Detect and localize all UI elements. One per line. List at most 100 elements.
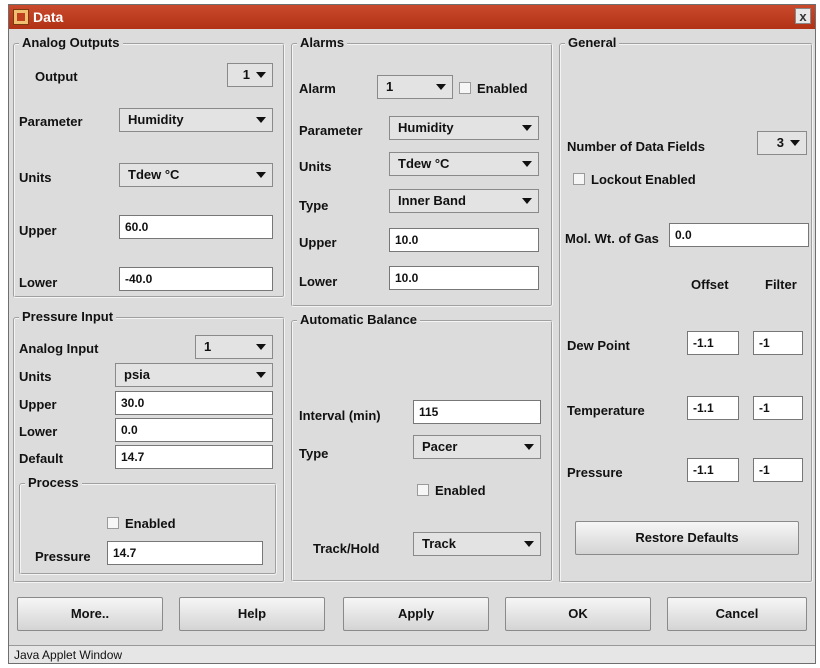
units-label: Units [19, 170, 52, 185]
interval-input[interactable]: 115 [413, 400, 541, 424]
pressure-units-select[interactable]: psia [115, 363, 273, 387]
general-legend: General [565, 35, 620, 50]
process-pressure-input[interactable]: 14.7 [107, 541, 263, 565]
lower-input[interactable]: -40.0 [119, 267, 273, 291]
pressure-default-input[interactable]: 14.7 [115, 445, 273, 469]
help-button[interactable]: Help [179, 597, 325, 631]
chevron-down-icon [790, 140, 800, 146]
pressure-filter-input[interactable]: -1 [753, 458, 803, 482]
alarm-type-select[interactable]: Inner Band [389, 189, 539, 213]
output-label: Output [35, 69, 78, 84]
data-fields-select-value: 3 [776, 135, 784, 150]
offset-column-header: Offset [691, 277, 729, 292]
balance-enabled-checkbox[interactable] [417, 484, 429, 496]
data-dialog: Data x Analog Outputs Output 1 Parameter… [8, 4, 816, 664]
alarm-select[interactable]: 1 [377, 75, 453, 99]
automatic-balance-legend: Automatic Balance [297, 312, 421, 327]
process-group: Process Enabled Pressure 14.7 [19, 475, 277, 575]
alarm-units-select[interactable]: Tdew °C [389, 152, 539, 176]
chevron-down-icon [522, 125, 532, 131]
track-hold-select-value: Track [422, 536, 456, 551]
track-hold-label: Track/Hold [313, 541, 380, 556]
apply-button[interactable]: Apply [343, 597, 489, 631]
chevron-down-icon [524, 444, 534, 450]
interval-label: Interval (min) [299, 408, 381, 423]
alarm-label: Alarm [299, 81, 336, 96]
chevron-down-icon [256, 372, 266, 378]
pressure-units-select-value: psia [124, 367, 151, 382]
pressure-lower-input[interactable]: 0.0 [115, 418, 273, 442]
balance-enabled-label: Enabled [435, 483, 486, 498]
restore-defaults-button[interactable]: Restore Defaults [575, 521, 799, 555]
mol-wt-label: Mol. Wt. of Gas [565, 231, 659, 246]
dew-point-label: Dew Point [567, 338, 630, 353]
general-group: General Number of Data Fields 3 Lockout … [559, 35, 813, 583]
close-icon[interactable]: x [795, 8, 811, 24]
mol-wt-input[interactable]: 0.0 [669, 223, 809, 247]
output-select[interactable]: 1 [227, 63, 273, 87]
analog-outputs-group: Analog Outputs Output 1 Parameter Humidi… [13, 35, 285, 298]
alarm-enabled-checkbox[interactable] [459, 82, 471, 94]
title-bar: Data x [9, 5, 815, 29]
process-pressure-label: Pressure [35, 549, 91, 564]
alarm-units-label: Units [299, 159, 332, 174]
chevron-down-icon [522, 161, 532, 167]
chevron-down-icon [256, 117, 266, 123]
analog-input-select[interactable]: 1 [195, 335, 273, 359]
units-select[interactable]: Tdew °C [119, 163, 273, 187]
filter-column-header: Filter [765, 277, 797, 292]
dew-point-filter-input[interactable]: -1 [753, 331, 803, 355]
java-app-icon [13, 9, 29, 25]
parameter-label: Parameter [19, 114, 83, 129]
process-enabled-label: Enabled [125, 516, 176, 531]
data-fields-select[interactable]: 3 [757, 131, 807, 155]
alarm-upper-input[interactable]: 10.0 [389, 228, 539, 252]
track-hold-select[interactable]: Track [413, 532, 541, 556]
pressure-offset-input[interactable]: -1.1 [687, 458, 739, 482]
balance-type-label: Type [299, 446, 329, 461]
parameter-select-value: Humidity [128, 112, 184, 127]
temperature-filter-input[interactable]: -1 [753, 396, 803, 420]
alarm-units-select-value: Tdew °C [398, 156, 450, 171]
parameter-select[interactable]: Humidity [119, 108, 273, 132]
upper-input[interactable]: 60.0 [119, 215, 273, 239]
lockout-enabled-label: Lockout Enabled [591, 172, 696, 187]
dew-point-offset-input[interactable]: -1.1 [687, 331, 739, 355]
more-button[interactable]: More.. [17, 597, 163, 631]
analog-outputs-legend: Analog Outputs [19, 35, 123, 50]
balance-type-select-value: Pacer [422, 439, 458, 454]
process-enabled-checkbox[interactable] [107, 517, 119, 529]
pressure-default-label: Default [19, 451, 64, 466]
analog-input-select-value: 1 [204, 339, 212, 354]
analog-input-label: Analog Input [19, 341, 99, 356]
pressure-input-group: Pressure Input Analog Input 1 Units psia… [13, 309, 285, 583]
temperature-offset-input[interactable]: -1.1 [687, 396, 739, 420]
status-bar: Java Applet Window [9, 645, 815, 663]
alarms-legend: Alarms [297, 35, 348, 50]
lockout-enabled-checkbox[interactable] [573, 173, 585, 185]
pressure-upper-input[interactable]: 30.0 [115, 391, 273, 415]
automatic-balance-group: Automatic Balance Interval (min) 115 Typ… [291, 312, 553, 582]
alarm-lower-input[interactable]: 10.0 [389, 266, 539, 290]
alarm-upper-label: Upper [299, 235, 337, 250]
chevron-down-icon [256, 72, 266, 78]
units-select-value: Tdew °C [128, 167, 180, 182]
chevron-down-icon [524, 541, 534, 547]
temperature-label: Temperature [567, 403, 645, 418]
alarm-parameter-select[interactable]: Humidity [389, 116, 539, 140]
chevron-down-icon [256, 344, 266, 350]
upper-label: Upper [19, 223, 57, 238]
ok-button[interactable]: OK [505, 597, 651, 631]
alarm-select-value: 1 [386, 79, 394, 94]
alarm-parameter-label: Parameter [299, 123, 363, 138]
pressure-units-label: Units [19, 369, 52, 384]
chevron-down-icon [256, 172, 266, 178]
chevron-down-icon [436, 84, 446, 90]
chevron-down-icon [522, 198, 532, 204]
alarm-enabled-label: Enabled [477, 81, 528, 96]
window-title: Data [33, 9, 64, 25]
data-fields-label: Number of Data Fields [567, 139, 705, 154]
balance-type-select[interactable]: Pacer [413, 435, 541, 459]
cancel-button[interactable]: Cancel [667, 597, 807, 631]
lower-label: Lower [19, 275, 58, 290]
